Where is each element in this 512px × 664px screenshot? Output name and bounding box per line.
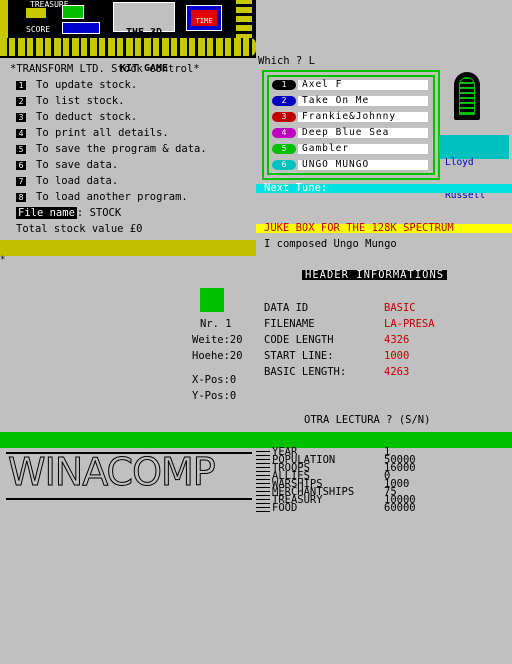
time-box: TIME [186,5,222,31]
yellow-band [0,240,256,256]
menu-number: 5 [16,144,26,154]
song-item[interactable]: 6 UNGO MUNGO [272,159,428,171]
menu-item-label: To save the program & data. [36,143,207,155]
score-label: SCORE [26,25,51,34]
basic-length-label: BASIC LENGTH: [264,366,347,378]
song-number: 6 [272,160,296,170]
stats-ornament [256,448,270,512]
total-stock-value: Total stock value £0 [16,223,143,235]
game-title-line1: THE 3D [125,27,163,38]
next-tune-bar: Next Tune: [256,182,512,194]
song-name: Deep Blue Sea [298,128,428,138]
credit-name-first: Lloyd [445,157,474,168]
menu-item-save-data[interactable]: 6 To save data. [16,159,118,171]
song-name: Axel F [298,80,428,90]
header-info-title: HEADER INFORMATIONS [302,270,448,280]
data-id-label: DATA ID [264,302,309,314]
stat-label: FOOD [272,502,298,514]
song-number: 5 [272,144,296,154]
menu-item-deduct[interactable]: 3 To deduct stock. [16,111,137,123]
file-name-label: File name [16,207,77,219]
time-label: TIME [191,10,217,26]
song-number: 1 [272,80,296,90]
menu-item-update[interactable]: 1 To update stock. [16,79,137,91]
which-prompt[interactable]: Which ? L [258,55,315,67]
file-name-row: File name: STOCK [16,207,121,219]
start-line-label: START LINE: [264,350,334,362]
menu-number: 4 [16,128,26,138]
sprite-y-pos: Y-Pos:0 [192,390,237,402]
game-title-box: THE 3D KIT GAME [113,2,175,74]
menu-item-load-data[interactable]: 7 To load data. [16,175,118,187]
stat-value: 60000 [384,502,416,514]
song-item[interactable]: 3 Frankie&Johnny [272,111,428,123]
song-number: 2 [272,96,296,106]
sprite-number: Nr. 1 [200,318,232,330]
jukebox-title: JUKE BOX FOR THE 128K SPECTRUM [264,222,454,234]
stock-menu-header: *TRANSFORM LTD. Stock control* [10,63,200,75]
kingdom-stats: YEAR 1 POPULATION 50000 TROOPS 16000 ALL… [256,447,512,514]
menu-number: 6 [16,160,26,170]
song-name: UNGO MUNGO [298,160,428,170]
start-line-value: 1000 [384,350,410,362]
menu-number: 2 [16,96,26,106]
file-name-value[interactable]: STOCK [90,207,122,219]
sprite-width: Weite:20 [192,334,243,346]
basic-length-value: 4263 [384,366,410,378]
data-id-value: BASIC [384,302,416,314]
chain-border-right [236,0,252,40]
song-name: Take On Me [298,96,428,106]
menu-item-load-program[interactable]: 8 To load another program. [16,191,188,203]
jukebox-icon [454,72,480,120]
song-item[interactable]: 2 Take On Me [272,95,428,107]
sprite-preview [200,288,224,312]
song-name: Frankie&Johnny [298,112,428,122]
composed-note: I composed Ungo Mungo [264,238,397,250]
song-item[interactable]: 4 Deep Blue Sea [272,127,428,139]
menu-number: 3 [16,112,26,122]
game-banner: TREASURE SCORE THE 3D KIT GAME TIME [0,0,256,74]
treasure-box [62,5,84,19]
menu-item-list[interactable]: 2 To list stock. [16,95,125,107]
song-number: 4 [272,128,296,138]
menu-item-label: To deduct stock. [36,111,138,123]
menu-item-label: To list stock. [36,95,125,107]
key-icon [26,8,46,18]
winacomp-logo: WINACOMP [8,450,217,494]
jukebox-grille [459,77,475,115]
credit-box: Lloyd Russell 1987 [439,135,509,234]
sprite-height: Hoehe:20 [192,350,243,362]
sprite-x-pos: X-Pos:0 [192,374,237,386]
score-bar [62,22,100,34]
menu-item-label: To load data. [36,175,119,187]
filename-label: FILENAME [264,318,315,330]
song-number: 3 [272,112,296,122]
menu-item-label: To update stock. [36,79,138,91]
code-length-value: 4326 [384,334,410,346]
stray-asterisk: * [0,255,6,265]
green-band [0,432,512,448]
filename-value: LA-PRESA [384,318,435,330]
menu-item-label: To print all details. [36,127,169,139]
menu-item-print[interactable]: 4 To print all details. [16,127,169,139]
next-tune-label: Next Tune: [264,182,328,194]
code-length-label: CODE LENGTH [264,334,334,346]
menu-item-label: To save data. [36,159,119,171]
song-item[interactable]: 5 Gambler [272,143,428,155]
song-item[interactable]: 1 Axel F [272,79,428,91]
song-name: Gambler [298,144,428,154]
menu-number: 7 [16,176,26,186]
file-name-colon: : [76,207,90,219]
read-again-prompt[interactable]: OTRA LECTURA ? (S/N) [304,414,430,426]
menu-number: 1 [16,80,26,90]
song-list-frame: 1 Axel F 2 Take On Me 3 Frankie&Johnny 4 Dee… [262,70,440,180]
menu-item-save-all[interactable]: 5 To save the program & data. [16,143,207,155]
jukebox-title-bar: JUKE BOX FOR THE 128K SPECTRUM [256,222,512,234]
menu-item-label: To load another program. [36,191,188,203]
menu-number: 8 [16,192,26,202]
